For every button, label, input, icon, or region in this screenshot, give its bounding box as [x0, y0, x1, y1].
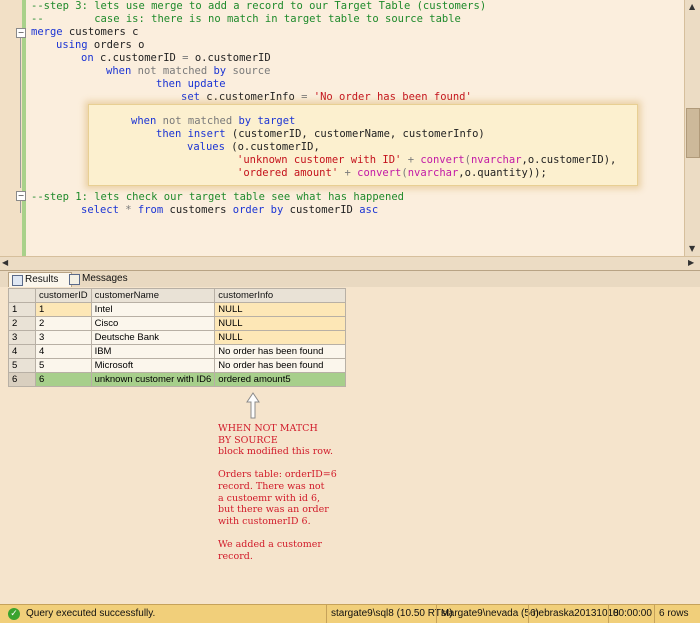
table-row[interactable]: 1 1 Intel NULL [8, 302, 347, 317]
table-row-highlighted[interactable]: 6 6 unknown customer with ID6 ordered am… [8, 372, 347, 387]
callout-line-4: 'unknown customer with ID' + convert(nva… [237, 154, 617, 166]
cell-customer-info[interactable]: No order has been found [214, 358, 347, 373]
cell-customer-name[interactable]: unknown customer with ID6 [90, 372, 216, 387]
cell-customer-id[interactable]: 2 [35, 316, 92, 331]
results-grid[interactable]: customerID customerName customerInfo 1 1… [8, 288, 347, 387]
status-bar: ✓ Query executed successfully. stargate9… [0, 604, 700, 623]
cell-customer-info[interactable]: ordered amount5 [214, 372, 347, 387]
results-tabstrip: Results Messages [0, 270, 700, 287]
grid-icon [12, 275, 23, 286]
table-row[interactable]: 2 2 Cisco NULL [8, 316, 347, 331]
row-number[interactable]: 6 [8, 372, 36, 387]
cell-customer-name[interactable]: Microsoft [90, 358, 216, 373]
annotation-note: WHEN NOT MATCH BY SOURCE block modified … [218, 423, 337, 562]
code-line-9: --step 1: lets check our target table se… [31, 191, 404, 203]
scroll-up-icon[interactable]: ▲ [689, 2, 695, 11]
column-header[interactable]: customerName [90, 288, 216, 303]
status-row-count: 6 rows [654, 605, 700, 623]
table-row[interactable]: 5 5 Microsoft No order has been found [8, 358, 347, 373]
cell-customer-info[interactable]: NULL [214, 330, 347, 345]
code-line-1: --step 3: lets use merge to add a record… [31, 0, 487, 12]
query-editor[interactable]: − − --step 3: lets use merge to add a re… [0, 0, 700, 256]
table-row[interactable]: 4 4 IBM No order has been found [8, 344, 347, 359]
status-database: nebraska20131018 [528, 605, 619, 623]
collapse-icon[interactable]: − [16, 191, 26, 201]
scroll-down-icon[interactable]: ▼ [689, 244, 695, 253]
table-row[interactable]: 3 3 Deutsche Bank NULL [8, 330, 347, 345]
collapse-icon[interactable]: − [16, 28, 26, 38]
callout-line-5: 'ordered amount' + convert(nvarchar,o.qu… [237, 167, 547, 179]
status-user: stargate9\nevada (56) [436, 605, 539, 623]
callout-line-3: values (o.customerID, [187, 141, 320, 153]
messages-icon [69, 274, 80, 285]
checkmark-icon: ✓ [8, 608, 20, 620]
cell-customer-info[interactable]: NULL [214, 316, 347, 331]
grid-header-row: customerID customerName customerInfo [8, 288, 347, 303]
status-server: stargate9\sql8 (10.50 RTM) [326, 605, 453, 623]
cell-customer-id[interactable]: 6 [35, 372, 92, 387]
cell-customer-name[interactable]: Cisco [90, 316, 216, 331]
callout-line-1: when not matched by target [131, 115, 296, 127]
code-line-7: then update [156, 78, 226, 90]
callout-line-2: then insert (customerID, customerName, c… [156, 128, 485, 140]
cell-customer-name[interactable]: Intel [90, 302, 216, 317]
highlighted-code-callout: when not matched by target then insert (… [88, 104, 638, 186]
tab-results-label: Results [25, 274, 59, 285]
code-line-6: when not matched by source [106, 65, 271, 77]
editor-scroll-thumb[interactable] [686, 108, 700, 158]
row-number[interactable]: 5 [8, 358, 36, 373]
cell-customer-id[interactable]: 1 [35, 302, 92, 317]
row-number[interactable]: 1 [8, 302, 36, 317]
status-message: Query executed successfully. [26, 608, 156, 619]
tab-messages-label: Messages [82, 273, 128, 284]
code-line-4: using orders o [56, 39, 145, 51]
cell-customer-id[interactable]: 5 [35, 358, 92, 373]
status-elapsed-time: 00:00:00 [608, 605, 655, 623]
row-number[interactable]: 4 [8, 344, 36, 359]
column-header[interactable]: customerInfo [214, 288, 347, 303]
code-line-3: merge customers c [31, 26, 139, 38]
up-arrow-icon [246, 392, 260, 419]
change-tracking-bar [22, 0, 26, 256]
row-number[interactable]: 3 [8, 330, 36, 345]
cell-customer-info[interactable]: NULL [214, 302, 347, 317]
cell-customer-id[interactable]: 4 [35, 344, 92, 359]
cell-customer-id[interactable]: 3 [35, 330, 92, 345]
scroll-left-icon[interactable]: ◀ [2, 258, 8, 267]
code-line-8: set c.customerInfo = 'No order has been … [181, 91, 472, 103]
code-line-5: on c.customerID = o.customerID [81, 52, 271, 64]
column-header[interactable]: customerID [35, 288, 92, 303]
scroll-right-icon[interactable]: ▶ [688, 258, 694, 267]
code-line-2: -- case is: there is no match in target … [31, 13, 461, 25]
fold-line [20, 38, 21, 188]
row-header-corner[interactable] [8, 288, 36, 303]
tab-results[interactable]: Results [8, 272, 72, 287]
cell-customer-name[interactable]: Deutsche Bank [90, 330, 216, 345]
row-number[interactable]: 2 [8, 316, 36, 331]
code-line-10: select * from customers order by custome… [81, 204, 379, 216]
cell-customer-name[interactable]: IBM [90, 344, 216, 359]
cell-customer-info[interactable]: No order has been found [214, 344, 347, 359]
fold-line [20, 201, 21, 213]
editor-horizontal-scrollbar[interactable] [0, 256, 700, 271]
tab-messages[interactable]: Messages [66, 272, 140, 286]
